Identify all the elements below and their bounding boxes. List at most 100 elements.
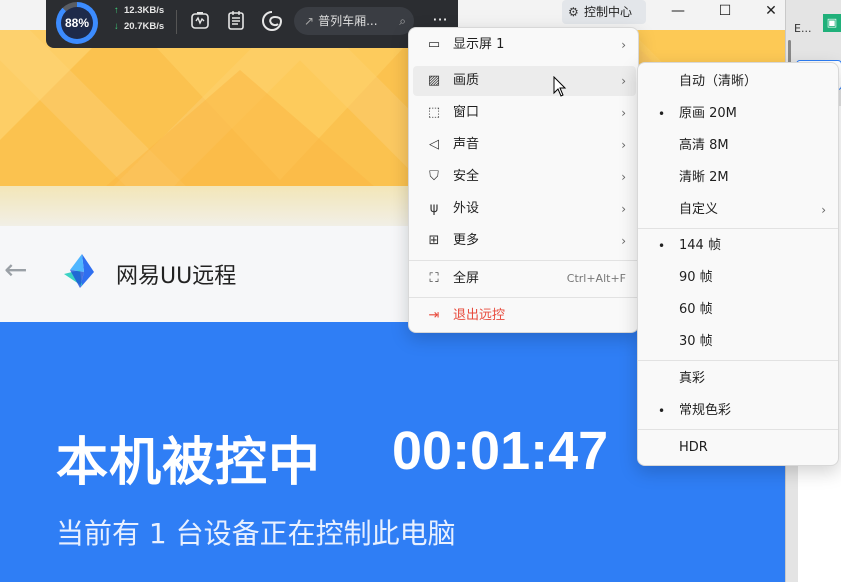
menu-item-security[interactable]: ⛉ 安全 › <box>413 162 636 192</box>
edge-icon[interactable] <box>260 10 284 34</box>
option-label: 90 帧 <box>679 270 713 285</box>
fps-option-90[interactable]: 90 帧 <box>642 263 836 293</box>
quality-option-clear[interactable]: 清晰 2M <box>642 163 836 193</box>
control-center-button[interactable]: ⚙ 控制中心 <box>562 0 646 24</box>
color-option-normal[interactable]: • 常规色彩 <box>642 396 836 426</box>
app-badge-icon[interactable]: ▣ <box>823 14 841 32</box>
menu-divider <box>638 228 838 229</box>
monitor-icon: ▭ <box>427 37 441 52</box>
chevron-right-icon: › <box>621 202 626 216</box>
menu-item-peripherals[interactable]: ψ 外设 › <box>413 194 636 224</box>
menu-item-label: 全屏 <box>453 271 480 286</box>
chevron-right-icon: › <box>621 170 626 184</box>
mouse-cursor-icon <box>553 76 567 97</box>
menu-item-window[interactable]: ⬚ 窗口 › <box>413 98 636 128</box>
option-label: 自动（清晰） <box>679 74 758 89</box>
maximize-button[interactable]: ☐ <box>703 0 747 24</box>
session-timer: 00:01:47 <box>392 421 609 481</box>
menu-item-exit[interactable]: ⇥ 退出远控 <box>413 301 636 331</box>
menu-item-sound[interactable]: ◁ 声音 › <box>413 130 636 160</box>
quality-percent: 88% <box>61 7 93 39</box>
notes-icon[interactable] <box>224 10 248 34</box>
remote-options-menu: ▭ 显示屏 1 › ▨ 画质 › ⬚ 窗口 › ◁ 声音 › ⛉ 安全 › ψ … <box>408 27 639 333</box>
grid-icon: ⊞ <box>428 233 440 248</box>
menu-divider <box>409 297 638 298</box>
chevron-right-icon: › <box>621 38 626 52</box>
quality-option-auto[interactable]: 自动（清晰） <box>642 67 836 97</box>
speaker-icon: ◁ <box>429 137 439 152</box>
fps-option-144[interactable]: • 144 帧 <box>642 231 836 261</box>
selected-dot-icon: • <box>658 107 666 121</box>
performance-icon[interactable] <box>188 10 212 34</box>
menu-item-label: 安全 <box>453 169 480 184</box>
uu-logo-icon <box>64 254 94 288</box>
menu-item-label: 更多 <box>453 233 480 248</box>
color-option-truecolor[interactable]: 真彩 <box>642 364 836 394</box>
option-label: 高清 8M <box>679 138 729 153</box>
menu-shortcut: Ctrl+Alt+F <box>566 272 626 285</box>
menu-item-label: 显示屏 1 <box>453 37 505 52</box>
upload-speed-value: 12.3KB/s <box>124 5 165 16</box>
option-label: 自定义 <box>679 202 719 217</box>
chevron-right-icon: › <box>821 203 826 217</box>
chevron-right-icon: › <box>621 106 626 120</box>
upload-arrow-icon: ↑ <box>114 5 119 16</box>
option-label: HDR <box>679 440 708 455</box>
background-window-text: E... <box>794 22 812 35</box>
option-label: 144 帧 <box>679 238 721 253</box>
option-label: 常规色彩 <box>679 403 732 418</box>
close-button[interactable]: ✕ <box>749 0 793 24</box>
menu-item-quality[interactable]: ▨ 画质 › <box>413 66 636 96</box>
app-title: 网易UU远程 <box>116 264 237 289</box>
usb-icon: ψ <box>429 201 439 216</box>
quality-submenu: 自动（清晰） • 原画 20M 高清 8M 清晰 2M 自定义 › • 144 … <box>637 62 839 466</box>
fps-option-60[interactable]: 60 帧 <box>642 295 836 325</box>
menu-divider <box>409 260 638 261</box>
control-center-label: 控制中心 <box>584 5 633 19</box>
remote-toolbar: 88% ↑ 12.3KB/s ↓ 20.7KB/s ↗ 普列车厢... ⌕ ··· <box>46 0 458 48</box>
option-label: 60 帧 <box>679 302 713 317</box>
fullscreen-icon: ⛶ <box>429 271 439 286</box>
chevron-right-icon: › <box>621 138 626 152</box>
menu-item-label: 声音 <box>453 137 480 152</box>
menu-item-fullscreen[interactable]: ⛶ 全屏 Ctrl+Alt+F <box>413 264 636 294</box>
menu-divider <box>638 429 838 430</box>
menu-item-label: 外设 <box>453 201 480 216</box>
image-icon: ▨ <box>427 73 441 88</box>
option-label: 清晰 2M <box>679 170 729 185</box>
quality-option-original[interactable]: • 原画 20M <box>642 99 836 129</box>
download-arrow-icon: ↓ <box>114 21 119 32</box>
option-label: 30 帧 <box>679 334 713 349</box>
minimize-button[interactable]: — <box>656 0 700 24</box>
status-subtext: 当前有 1 台设备正在控制此电脑 <box>56 517 456 550</box>
menu-item-more[interactable]: ⊞ 更多 › <box>413 226 636 256</box>
color-option-hdr[interactable]: HDR <box>642 433 836 463</box>
download-speed: ↓ 20.7KB/s <box>114 21 164 32</box>
download-speed-value: 20.7KB/s <box>124 21 165 32</box>
quality-ring[interactable]: 88% <box>56 2 98 44</box>
chevron-right-icon: › <box>621 234 626 248</box>
status-heading: 本机被控中 <box>56 433 322 493</box>
selected-dot-icon: • <box>658 404 666 418</box>
exit-icon: ⇥ <box>428 308 440 323</box>
menu-item-label: 画质 <box>453 73 480 88</box>
trend-icon: ↗ <box>304 14 315 28</box>
option-label: 原画 20M <box>679 106 737 121</box>
toolbar-divider <box>176 10 177 34</box>
quality-option-hd[interactable]: 高清 8M <box>642 131 836 161</box>
upload-speed: ↑ 12.3KB/s <box>114 5 164 16</box>
menu-item-display[interactable]: ▭ 显示屏 1 › <box>413 30 636 60</box>
control-center-icon: ⚙ <box>568 5 579 19</box>
option-label: 真彩 <box>679 371 706 386</box>
fps-option-30[interactable]: 30 帧 <box>642 327 836 357</box>
menu-item-label: 窗口 <box>453 105 480 120</box>
window-icon: ⬚ <box>427 105 441 120</box>
back-arrow-icon[interactable]: ← <box>4 256 27 284</box>
search-icon[interactable]: ⌕ <box>399 7 406 35</box>
search-box[interactable]: ↗ 普列车厢... ⌕ <box>294 7 414 35</box>
shield-icon: ⛉ <box>429 169 439 184</box>
menu-item-label: 退出远控 <box>453 308 506 323</box>
quality-option-custom[interactable]: 自定义 › <box>642 195 836 225</box>
selected-dot-icon: • <box>658 239 666 253</box>
background-scrollbar[interactable] <box>788 40 791 64</box>
